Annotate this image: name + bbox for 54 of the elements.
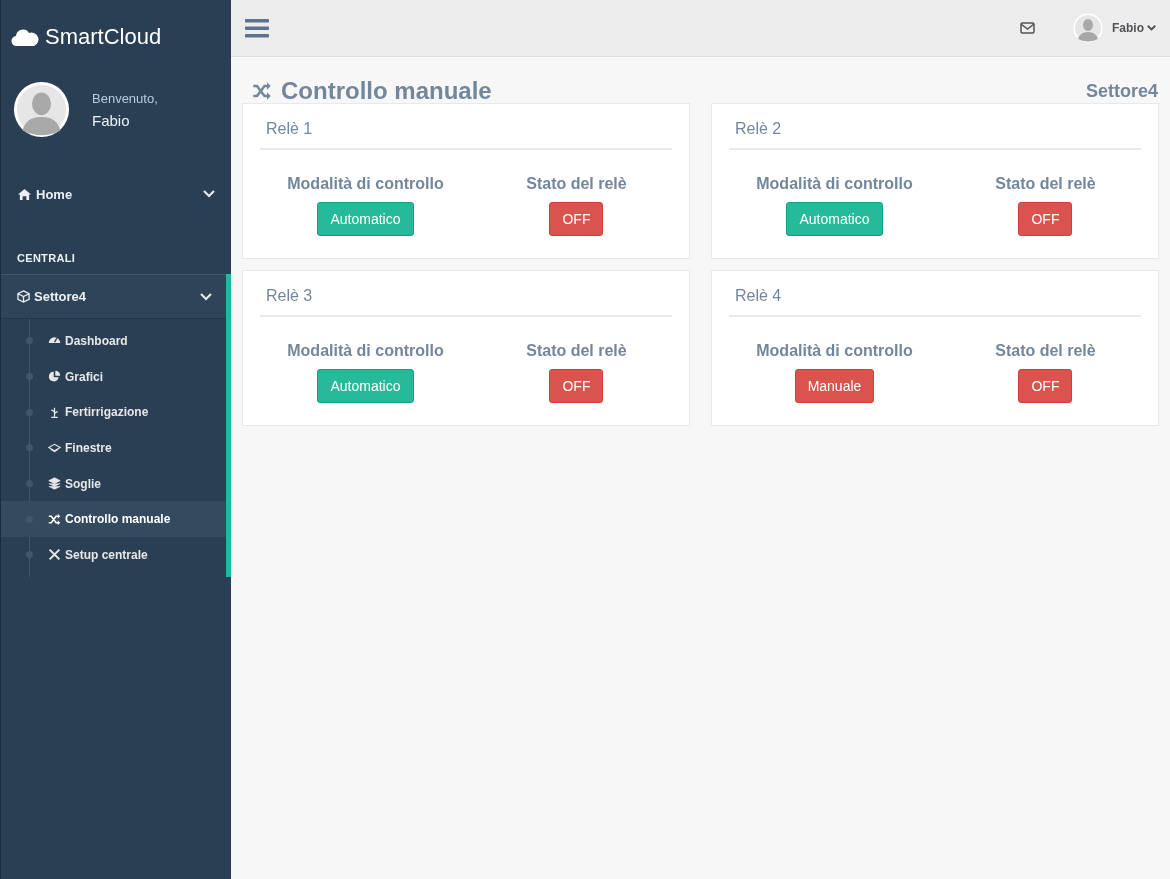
layers-icon: [48, 477, 61, 491]
submenu-item[interactable]: Setup centrale: [1, 537, 226, 573]
bullet-icon: [26, 480, 33, 488]
chevron-icon: [203, 190, 215, 198]
bullet-icon: [26, 444, 33, 452]
avatar-icon: [13, 81, 70, 138]
cloud-icon: [11, 27, 39, 47]
submenu-item[interactable]: Soglie: [1, 465, 226, 502]
submenu-item[interactable]: Finestre: [1, 430, 226, 466]
mode-label: Modalità di controllo: [287, 175, 444, 193]
state-label: Stato del relè: [526, 175, 627, 193]
shuffle-icon: [251, 81, 273, 101]
pie-chart-icon: [48, 370, 61, 384]
user-avatar-icon: [1073, 13, 1103, 43]
submenu-item[interactable]: Fertirrigazione: [1, 394, 226, 431]
sector-menu-item[interactable]: Settore4: [1, 274, 226, 319]
bullet-icon: [26, 551, 33, 559]
state-label: Stato del relè: [995, 342, 1096, 360]
bullet-icon: [26, 408, 33, 416]
mode-label: Modalità di controllo: [756, 175, 913, 193]
mail-icon[interactable]: [1020, 22, 1035, 34]
state-label: Stato del relè: [995, 175, 1096, 193]
relay-title: Relè 2: [729, 104, 1141, 150]
mode-label: Modalità di controllo: [287, 342, 444, 360]
mode-button[interactable]: Manuale: [794, 369, 875, 403]
mode-label: Modalità di controllo: [756, 342, 913, 360]
state-button[interactable]: OFF: [549, 369, 604, 403]
home-menu-item[interactable]: Home: [1, 182, 231, 206]
shuffle-icon: [48, 512, 61, 526]
chevron-icon: [200, 292, 212, 301]
relay-title: Relè 3: [260, 271, 672, 317]
state-button[interactable]: OFF: [1018, 369, 1073, 403]
submenu-item[interactable]: Controllo manuale: [1, 501, 226, 538]
plant-icon: [48, 405, 61, 419]
caret-icon: [1147, 25, 1156, 31]
section-title: CENTRALI: [16, 252, 76, 264]
state-button[interactable]: OFF: [1018, 202, 1073, 236]
bullet-icon: [26, 337, 33, 345]
state-button[interactable]: OFF: [549, 202, 604, 236]
submenu-item[interactable]: Grafici: [1, 358, 226, 395]
user-name: Fabio: [92, 111, 131, 129]
greeting-text: Benvenuto,: [92, 90, 158, 106]
app-title[interactable]: SmartCloud: [45, 24, 162, 50]
cube-icon: [17, 290, 30, 303]
menu-icon[interactable]: [245, 18, 269, 38]
relay-title: Relè 1: [260, 104, 672, 150]
state-label: Stato del relè: [526, 342, 627, 360]
bullet-icon: [26, 373, 33, 381]
user-menu[interactable]: Fabio: [1112, 21, 1156, 35]
page-title: Controllo manuale: [281, 77, 492, 105]
sector-name: Settore4: [1085, 80, 1158, 102]
house-icon: [17, 187, 32, 201]
submenu-item[interactable]: Dashboard: [1, 323, 226, 359]
relay-title: Relè 4: [729, 271, 1141, 317]
